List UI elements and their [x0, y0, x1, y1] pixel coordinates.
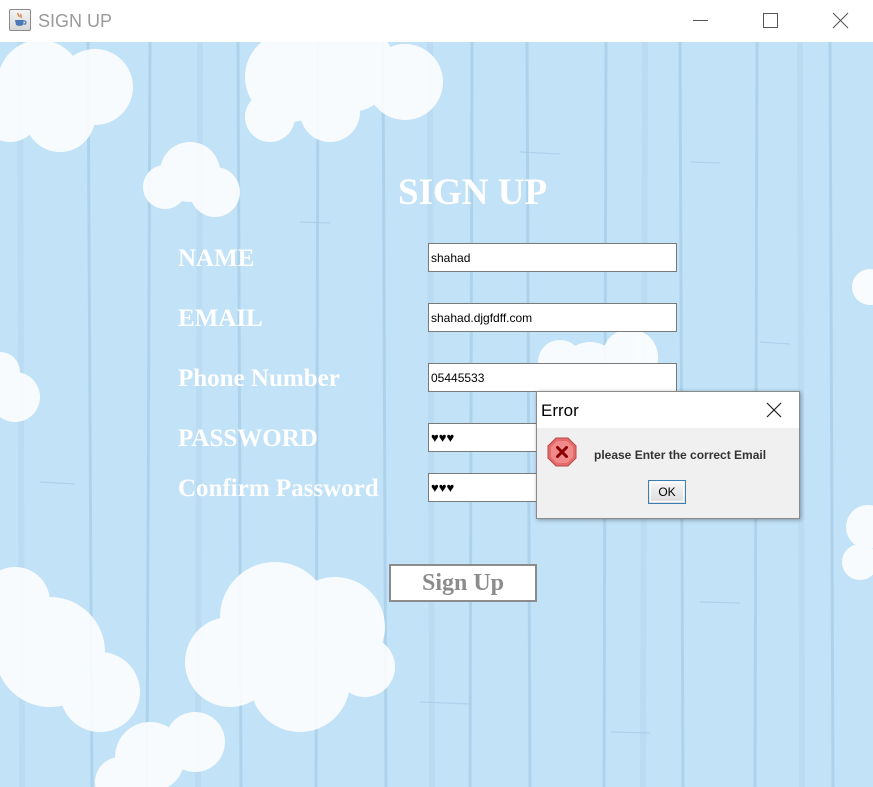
error-message: please Enter the correct Email	[594, 448, 767, 462]
close-icon	[766, 402, 782, 418]
close-icon	[832, 12, 849, 29]
minimize-button[interactable]	[666, 0, 736, 42]
form-title: SIGN UP	[398, 172, 548, 213]
error-dialog: Error please Enter the correct Email OK	[536, 391, 800, 519]
phone-number-field[interactable]	[428, 363, 677, 392]
dialog-titlebar[interactable]: Error	[537, 392, 799, 428]
maximize-button[interactable]	[736, 0, 806, 42]
window-title: SIGN UP	[38, 11, 113, 31]
name-field[interactable]	[428, 243, 677, 272]
dialog-close-button[interactable]	[762, 398, 786, 422]
email-label: EMAIL	[178, 305, 263, 332]
maximize-icon	[763, 13, 778, 28]
dialog-title: Error	[541, 401, 579, 420]
window-titlebar[interactable]: SIGN UP	[0, 0, 873, 42]
sign-up-button[interactable]: Sign Up	[389, 564, 537, 602]
error-x-icon	[547, 437, 577, 467]
minimize-icon	[693, 20, 708, 21]
name-label: NAME	[178, 245, 255, 272]
confirm-password-label: Confirm Password	[178, 475, 379, 502]
signup-window: SIGN UP SIGN UP NAME shahad EMAIL shahad…	[0, 0, 873, 787]
close-button[interactable]	[806, 0, 873, 42]
phone-number-label: Phone Number	[178, 365, 340, 392]
email-field[interactable]	[428, 303, 677, 332]
ok-button[interactable]: OK	[648, 480, 686, 504]
password-label: PASSWORD	[178, 425, 318, 452]
java-coffee-cup-icon	[9, 9, 31, 31]
